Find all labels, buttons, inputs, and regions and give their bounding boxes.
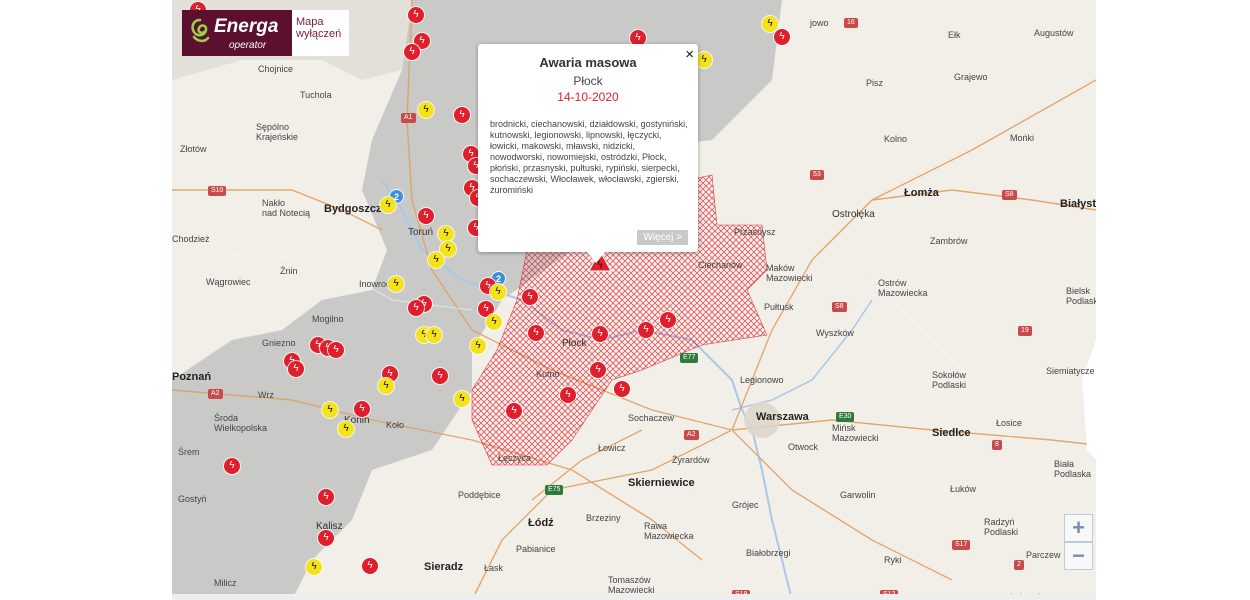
popup-place: Płock — [573, 74, 603, 88]
planned-marker[interactable]: ϟ — [490, 284, 506, 300]
outage-marker[interactable]: ϟ — [560, 387, 576, 403]
brand-panel: Energa operator — [182, 10, 292, 56]
outage-marker[interactable]: ϟ — [454, 107, 470, 123]
road-shield: 16 — [844, 18, 858, 28]
outage-marker[interactable]: ϟ — [774, 29, 790, 45]
zoom-in-button[interactable]: + — [1064, 514, 1093, 542]
outage-marker[interactable]: ϟ — [660, 312, 676, 328]
popup-date: 14-10-2020 — [557, 90, 619, 104]
road-shield: S17 — [952, 540, 971, 550]
planned-marker[interactable]: ϟ — [306, 559, 322, 575]
road-shield: 53 — [810, 170, 824, 180]
outage-marker[interactable]: ϟ — [408, 7, 424, 23]
road-shield: S8 — [832, 302, 847, 312]
outage-marker[interactable]: ϟ — [362, 558, 378, 574]
map-attribution-bar — [172, 594, 1096, 600]
planned-marker[interactable]: ϟ — [454, 391, 470, 407]
road-shield: S8 — [1002, 190, 1017, 200]
planned-marker[interactable]: ϟ — [322, 402, 338, 418]
road-shield: A1 — [401, 113, 416, 123]
planned-marker[interactable]: ϟ — [338, 421, 354, 437]
road-shield: S10 — [208, 186, 227, 196]
outage-marker[interactable]: ϟ — [288, 361, 304, 377]
app-title: Mapa wyłączeń — [292, 10, 349, 56]
planned-marker[interactable]: ϟ — [388, 276, 404, 292]
planned-marker[interactable]: ϟ — [426, 327, 442, 343]
popup-tail — [586, 251, 606, 263]
outage-marker[interactable]: ϟ — [418, 208, 434, 224]
outage-marker[interactable]: ϟ — [408, 300, 424, 316]
planned-marker[interactable]: ϟ — [486, 314, 502, 330]
app-title-line1: Mapa — [296, 16, 324, 28]
planned-marker[interactable]: ϟ — [696, 52, 712, 68]
road-shield: E30 — [836, 412, 855, 422]
outage-marker[interactable]: ϟ — [506, 403, 522, 419]
outage-marker[interactable]: ϟ — [318, 489, 334, 505]
energa-logo[interactable]: Energa operator Mapa wyłączeń — [182, 10, 349, 56]
planned-marker[interactable]: ϟ — [378, 378, 394, 394]
outage-marker[interactable]: ϟ — [354, 401, 370, 417]
road-shield: 8 — [992, 440, 1002, 450]
road-shield: A2 — [208, 389, 223, 399]
planned-marker[interactable]: ϟ — [428, 252, 444, 268]
outage-marker[interactable]: ϟ — [638, 322, 654, 338]
outage-marker[interactable]: ϟ — [590, 362, 606, 378]
road-shield: 2 — [1014, 560, 1024, 570]
brand-name: Energa — [214, 16, 279, 37]
planned-marker[interactable]: ϟ — [438, 226, 454, 242]
planned-marker[interactable]: ϟ — [418, 102, 434, 118]
outage-marker[interactable]: ϟ — [432, 368, 448, 384]
road-shield: E75 — [545, 485, 564, 495]
zoom-out-button[interactable]: − — [1064, 542, 1093, 570]
popup-title: Awaria masowa — [539, 55, 637, 70]
more-button[interactable]: Więcej > — [637, 230, 688, 245]
app-title-line2: wyłączeń — [296, 28, 342, 40]
planned-marker[interactable]: ϟ — [470, 338, 486, 354]
brand-sub: operator — [229, 40, 267, 51]
road-shield: E77 — [680, 353, 699, 363]
outage-marker[interactable]: ϟ — [522, 289, 538, 305]
planned-marker[interactable]: ϟ — [762, 16, 778, 32]
energa-swirl-icon — [191, 18, 210, 43]
outage-marker[interactable]: ϟ — [404, 44, 420, 60]
planned-marker[interactable]: ϟ — [380, 197, 396, 213]
road-shield: 19 — [1018, 326, 1032, 336]
outage-info-popup: × Awaria masowa Płock 14-10-2020 brodnic… — [478, 44, 698, 263]
road-shield: A2 — [684, 430, 699, 440]
outage-marker[interactable]: ϟ — [592, 326, 608, 342]
outage-marker[interactable]: ϟ — [528, 325, 544, 341]
popup-districts: brodnicki, ciechanowski, działdowski, go… — [490, 119, 688, 195]
outage-marker[interactable]: ϟ — [224, 458, 240, 474]
outage-marker[interactable]: ϟ — [328, 342, 344, 358]
outage-marker[interactable]: ϟ — [318, 530, 334, 546]
outage-marker[interactable]: ϟ — [614, 381, 630, 397]
